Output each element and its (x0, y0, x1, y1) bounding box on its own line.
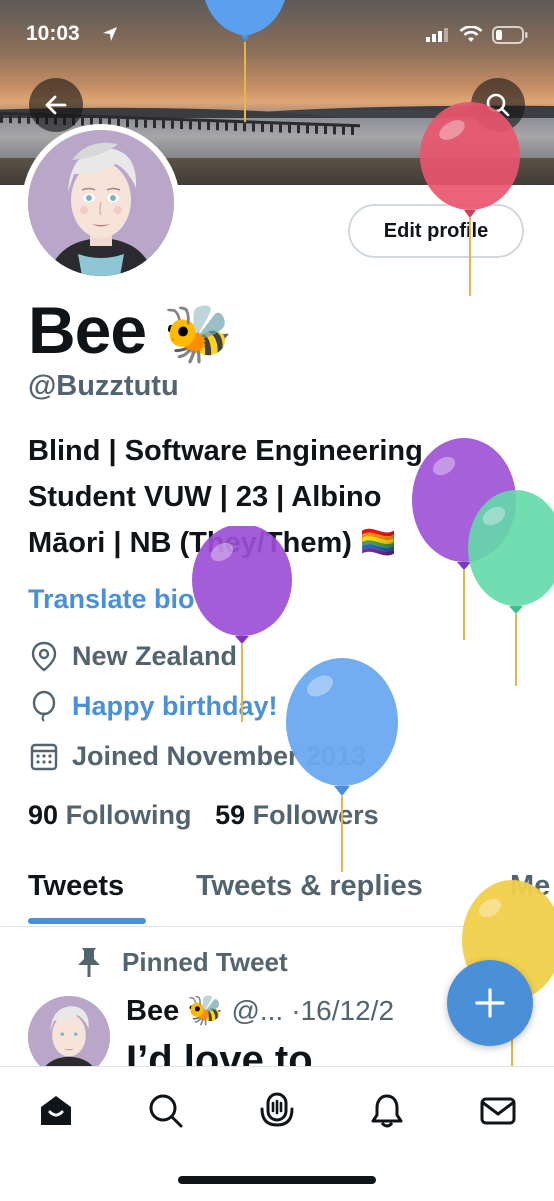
tab-media[interactable]: Me (510, 870, 550, 903)
status-bar: 10:03 (0, 14, 554, 54)
tweet-handle: @... (231, 995, 284, 1026)
profile-bio: Blind | Software Engineering Student VUW… (28, 428, 508, 566)
birthday-row: Happy birthday! (28, 690, 278, 722)
arrow-left-icon (45, 95, 67, 115)
bee-emoji: 🐝 (163, 302, 233, 365)
signal-icon (426, 28, 448, 42)
edit-profile-button[interactable]: Edit profile (348, 204, 524, 258)
profile-name-row: Bee 🐝 (28, 292, 233, 368)
nav-spaces[interactable] (255, 1089, 299, 1133)
search-icon (486, 93, 510, 117)
plus-icon (475, 988, 505, 1018)
nav-notifications[interactable] (365, 1089, 409, 1133)
tweet-header: Bee 🐝 @... ·16/12/2 (126, 994, 394, 1028)
pinned-text: Pinned Tweet (122, 946, 288, 977)
search-icon (149, 1094, 183, 1128)
bell-icon (371, 1094, 403, 1128)
tweet-author: Bee 🐝 (126, 995, 224, 1027)
following-link[interactable]: 90 Following (28, 800, 215, 830)
location-row: New Zealand (28, 640, 237, 672)
back-button[interactable] (29, 78, 83, 132)
tweet-date: ·16/12/2 (291, 995, 395, 1026)
calendar-icon (30, 743, 58, 771)
home-icon (41, 1096, 71, 1125)
followers-label: Followers (252, 800, 379, 830)
joined-text: Joined November 2013 (72, 740, 367, 771)
profile-avatar[interactable] (22, 124, 180, 282)
joined-row: Joined November 2013 (28, 740, 366, 772)
profile-handle: @Buzztutu (28, 370, 179, 402)
search-button[interactable] (471, 78, 525, 132)
spaces-icon (260, 1092, 294, 1127)
wifi-icon (459, 26, 483, 42)
active-tab-indicator (28, 918, 146, 924)
tab-tweets-and-replies[interactable]: Tweets & replies (196, 870, 423, 903)
followers-count: 59 (215, 800, 246, 830)
battery-icon (492, 26, 528, 44)
location-text: New Zealand (72, 640, 238, 671)
location-arrow-icon (103, 27, 117, 41)
tab-tweets[interactable]: Tweets (28, 870, 124, 903)
home-indicator (178, 1176, 376, 1184)
balloon-icon (32, 690, 56, 722)
compose-tweet-button[interactable] (447, 960, 533, 1046)
nav-home[interactable] (34, 1089, 78, 1133)
profile-tabs: Tweets Tweets & replies Me (0, 860, 554, 927)
pinned-tweet-label: Pinned Tweet (74, 946, 288, 978)
profile-name: Bee (28, 293, 147, 367)
status-time: 10:03 (26, 22, 80, 45)
followers-link[interactable]: 59 Followers (215, 800, 395, 830)
bio-line: Blind | Software Engineering (28, 435, 423, 467)
follow-stats: 90 Following 59 Followers (28, 800, 395, 831)
translate-bio-link[interactable]: Translate bio (28, 584, 195, 615)
avatar-illustration (28, 130, 174, 276)
birthday-text[interactable]: Happy birthday! (72, 691, 278, 722)
following-count: 90 (28, 800, 59, 830)
following-label: Following (65, 800, 192, 830)
tweet-text[interactable]: I’d love to (126, 1038, 313, 1066)
nav-messages[interactable] (476, 1089, 520, 1133)
mail-icon (480, 1097, 516, 1125)
bio-line: Student VUW | 23 | Albino (28, 481, 382, 513)
bio-line: Māori | NB (They/Them) 🏳️‍🌈 (28, 527, 397, 559)
pin-icon (78, 948, 100, 977)
location-pin-icon (31, 641, 57, 672)
nav-search[interactable] (144, 1089, 188, 1133)
